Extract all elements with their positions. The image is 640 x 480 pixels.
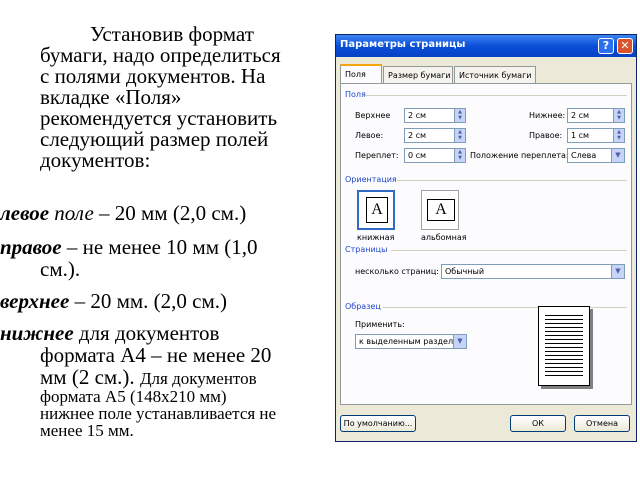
- tab-paper-source[interactable]: Источник бумаги: [454, 66, 536, 84]
- fields-group-label: Поля: [345, 90, 366, 99]
- top-value: – 20 мм. (2,0 см.): [69, 289, 228, 313]
- cancel-button[interactable]: Отмена: [574, 415, 630, 432]
- spinner-arrows-icon[interactable]: ▲ ▼: [613, 109, 624, 122]
- fields-separator: [365, 95, 627, 96]
- multiple-pages-label: несколько страниц:: [355, 267, 439, 276]
- bottom-margin-value: 2 см: [571, 111, 590, 120]
- pages-group-label: Страницы: [345, 245, 388, 254]
- left-term-2: поле: [54, 201, 94, 225]
- spinner-arrows-icon[interactable]: ▲ ▼: [454, 109, 465, 122]
- spinner-arrows-icon[interactable]: ▲ ▼: [454, 129, 465, 142]
- top-margin-spinner[interactable]: 2 см ▲ ▼: [404, 108, 466, 123]
- gutter-position-select[interactable]: Слева ▼: [567, 148, 625, 163]
- tab-margins[interactable]: Поля: [340, 64, 382, 84]
- right-value: – не менее 10 мм (1,0: [61, 235, 258, 259]
- bottom-cont: формата А4 – не менее 20: [40, 343, 272, 367]
- landscape-option[interactable]: A: [421, 190, 459, 230]
- orientation-group-label: Ориентация: [345, 175, 397, 184]
- left-margin-item: левое поле – 20 мм (2,0 см.): [0, 202, 332, 224]
- right-term: правое: [0, 235, 62, 259]
- top-margin-item: верхнее – 20 мм. (2,0 см.): [0, 290, 332, 312]
- gutter-spinner[interactable]: 0 см ▲ ▼: [404, 148, 466, 163]
- page-setup-dialog: Параметры страницы ? ✕ Поля Размер бумаг…: [335, 34, 637, 442]
- dialog-titlebar[interactable]: Параметры страницы ? ✕: [336, 35, 636, 57]
- slide-text: Установив формат бумаги, надо определить…: [0, 0, 335, 480]
- chevron-down-icon[interactable]: ▼: [611, 149, 624, 162]
- sample-separator: [383, 307, 627, 308]
- right-cont: см.).: [40, 257, 81, 281]
- bottom-margin-spinner[interactable]: 2 см ▲ ▼: [567, 108, 625, 123]
- left-margin-spinner[interactable]: 2 см ▲ ▼: [404, 128, 466, 143]
- intro-line: документов:: [40, 148, 151, 172]
- bottom-cont-small: Для документов: [139, 369, 257, 388]
- help-icon[interactable]: ?: [598, 38, 614, 54]
- ok-button[interactable]: ОК: [510, 415, 566, 432]
- apply-to-value: к выделенным раздел: [359, 337, 454, 346]
- landscape-page-icon: A: [427, 199, 455, 221]
- bottom-cont: мм (2 см.).: [40, 365, 140, 389]
- apply-to-label: Применить:: [355, 320, 405, 329]
- right-margin-item: правое – не менее 10 мм (1,0 см.).: [0, 236, 332, 280]
- orientation-separator: [397, 180, 627, 181]
- close-icon[interactable]: ✕: [617, 38, 633, 54]
- left-margin-value: 2 см: [408, 131, 427, 140]
- chevron-down-icon[interactable]: ▼: [611, 265, 624, 278]
- bottom-margin-item: нижнее для документов формата А4 – не ме…: [0, 322, 332, 439]
- top-margin-value: 2 см: [408, 111, 427, 120]
- gutter-label: Переплет:: [355, 151, 399, 160]
- intro-line: вкладке «Поля»: [40, 85, 182, 109]
- intro-line: следующий размер полей: [40, 127, 269, 151]
- landscape-label: альбомная: [421, 233, 467, 242]
- bottom-value: для документов: [73, 321, 220, 345]
- left-term: левое: [0, 201, 50, 225]
- bottom-term: нижнее: [0, 321, 74, 345]
- spinner-arrows-icon[interactable]: ▲ ▼: [454, 149, 465, 162]
- right-margin-spinner[interactable]: 1 см ▲ ▼: [567, 128, 625, 143]
- bottom-margin-label: Нижнее:: [529, 111, 566, 120]
- default-button[interactable]: По умолчанию...: [340, 415, 416, 432]
- intro-paragraph: Установив формат бумаги, надо определить…: [40, 24, 332, 171]
- left-value: – 20 мм (2,0 см.): [93, 201, 247, 225]
- bottom-cont-small: менее 15 мм.: [40, 421, 134, 440]
- top-margin-label: Верхнее: [355, 111, 391, 120]
- left-margin-label: Левое:: [355, 131, 384, 140]
- apply-to-select[interactable]: к выделенным раздел ▼: [355, 334, 467, 349]
- top-term: верхнее: [0, 289, 70, 313]
- gutter-value: 0 см: [408, 151, 427, 160]
- bottom-cont-small: формата А5 (148х210 мм): [40, 387, 227, 406]
- bottom-cont-small: нижнее поле устанавливается не: [40, 404, 277, 423]
- multiple-pages-select[interactable]: Обычный ▼: [441, 264, 625, 279]
- tab-paper-size[interactable]: Размер бумаги: [383, 66, 453, 84]
- portrait-label: книжная: [357, 233, 395, 242]
- portrait-option[interactable]: A: [357, 190, 395, 230]
- gutter-position-label: Положение переплета:: [470, 151, 569, 160]
- right-margin-value: 1 см: [571, 131, 590, 140]
- intro-line: Установив формат: [90, 22, 254, 46]
- page-preview: [538, 306, 590, 386]
- dialog-title: Параметры страницы: [340, 39, 466, 50]
- intro-line: с полями документов. На: [40, 64, 266, 88]
- right-margin-label: Правое:: [529, 131, 563, 140]
- intro-line: бумаги, надо определиться: [40, 43, 281, 67]
- intro-line: рекомендуется установить: [40, 106, 278, 130]
- spinner-arrows-icon[interactable]: ▲ ▼: [613, 129, 624, 142]
- gutter-position-value: Слева: [571, 151, 597, 160]
- pages-separator: [391, 250, 627, 251]
- portrait-page-icon: A: [366, 197, 388, 223]
- multiple-pages-value: Обычный: [445, 267, 485, 276]
- chevron-down-icon[interactable]: ▼: [453, 335, 466, 348]
- sample-group-label: Образец: [345, 302, 381, 311]
